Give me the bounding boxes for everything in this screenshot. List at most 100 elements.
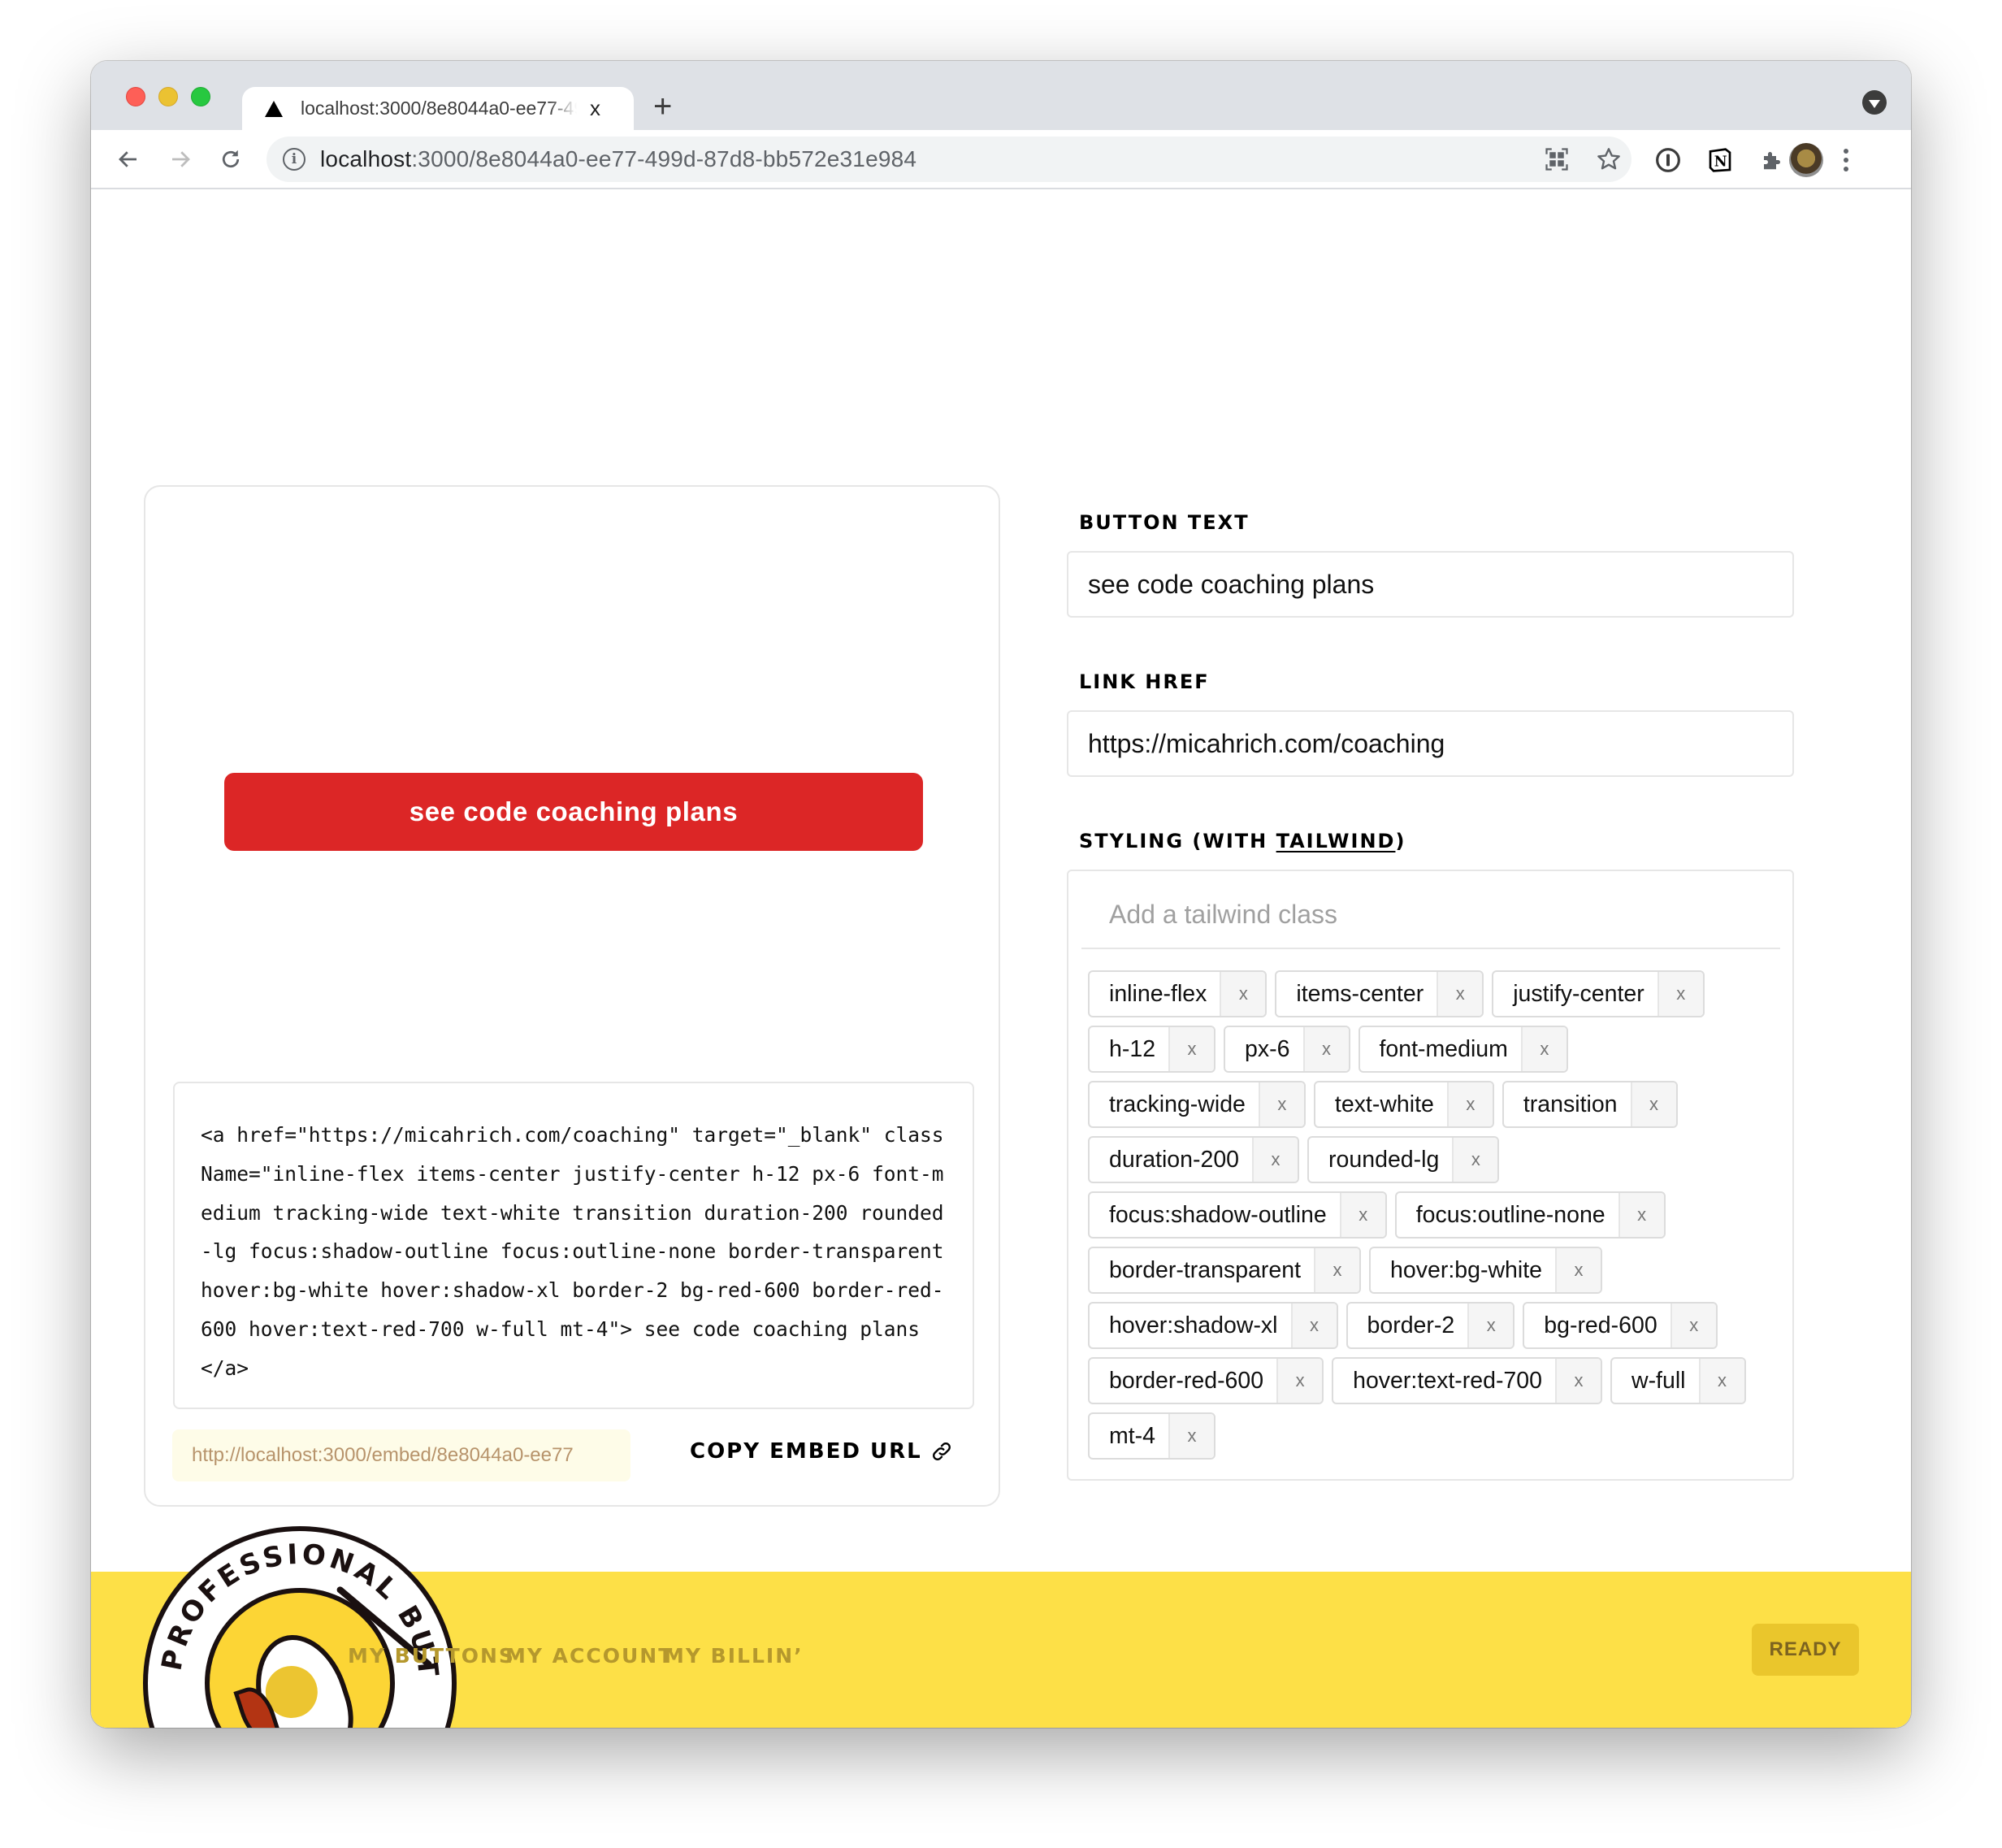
nav-my-billin[interactable]: MY BILLIN’ <box>664 1644 804 1668</box>
remove-tag-button[interactable]: x <box>1314 1248 1360 1292</box>
tag-label: items-center <box>1296 980 1424 1007</box>
tag-chip: hover:text-red-700 x <box>1332 1357 1602 1404</box>
maximize-window-button[interactable] <box>191 87 210 106</box>
tag-label: focus:outline-none <box>1415 1201 1606 1228</box>
button-text-label: BUTTON TEXT <box>1079 511 1250 534</box>
link-href-label: LINK HREF <box>1079 670 1210 693</box>
remove-tag-button[interactable]: x <box>1168 1414 1214 1458</box>
copy-embed-label: COPY EMBED URL <box>690 1439 922 1464</box>
tailwind-link[interactable]: TAILWIND <box>1276 830 1396 852</box>
notion-icon[interactable]: N <box>1706 146 1734 174</box>
tag-label: text-white <box>1334 1091 1434 1117</box>
remove-tag-button[interactable]: x <box>1276 1359 1323 1403</box>
tag-chip: transition x <box>1502 1081 1678 1128</box>
tag-chip: border-red-600 x <box>1088 1357 1324 1404</box>
vercel-triangle-icon <box>265 100 283 117</box>
qr-code-icon[interactable] <box>1544 146 1570 172</box>
tag-label: hover:text-red-700 <box>1353 1367 1542 1394</box>
tag-label: focus:shadow-outline <box>1109 1201 1327 1228</box>
close-window-button[interactable] <box>126 87 145 106</box>
browser-tab[interactable]: localhost:3000/8e8044a0-ee77-499d-87d8-b… <box>242 87 634 130</box>
remove-tag-button[interactable]: x <box>1554 1248 1601 1292</box>
tag-label: transition <box>1523 1091 1618 1117</box>
link-href-input[interactable]: https://micahrich.com/coaching <box>1067 710 1794 777</box>
tag-list: inline-flex x items-center x justify-center x… <box>1088 970 1787 1460</box>
tag-label: hover:bg-white <box>1390 1256 1542 1283</box>
code-snippet[interactable]: <a href="https://micahrich.com/coaching"… <box>173 1082 974 1409</box>
styling-label: STYLING (WITH TAILWIND) <box>1079 830 1406 852</box>
remove-tag-button[interactable]: x <box>1220 972 1266 1016</box>
remove-tag-button[interactable]: x <box>1290 1304 1337 1347</box>
remove-tag-button[interactable]: x <box>1436 972 1483 1016</box>
remove-tag-button[interactable]: x <box>1698 1359 1744 1403</box>
tag-chip: inline-flex x <box>1088 970 1268 1017</box>
bookmark-star-icon[interactable] <box>1596 146 1622 172</box>
site-info-icon[interactable]: i <box>283 148 306 171</box>
nav-my-buttons[interactable]: MY BUTTONS <box>348 1644 515 1668</box>
professional-buttons-logo[interactable]: PROFESSIONAL BUTTONS <box>143 1526 457 1728</box>
remove-tag-button[interactable]: x <box>1554 1359 1601 1403</box>
remove-tag-button[interactable]: x <box>1252 1138 1298 1182</box>
tag-chip: focus:outline-none x <box>1394 1191 1666 1239</box>
tag-chip: mt-4 x <box>1088 1412 1216 1460</box>
tab-search-icon[interactable] <box>1862 90 1887 115</box>
remove-tag-button[interactable]: x <box>1630 1082 1676 1126</box>
preview-button[interactable]: see code coaching plans <box>224 773 923 851</box>
nav-my-account[interactable]: MY ACCOUNT <box>505 1644 674 1668</box>
tag-chip: items-center x <box>1275 970 1484 1017</box>
remove-tag-button[interactable]: x <box>1302 1027 1349 1071</box>
remove-tag-button[interactable]: x <box>1168 1027 1215 1071</box>
tag-chip: hover:bg-white x <box>1369 1247 1602 1294</box>
tag-chip: rounded-lg x <box>1307 1136 1500 1183</box>
embed-url-field[interactable]: http://localhost:3000/embed/8e8044a0-ee7… <box>172 1429 630 1481</box>
tailwind-class-input[interactable]: Add a tailwind class <box>1081 881 1780 949</box>
remove-tag-button[interactable]: x <box>1467 1304 1514 1347</box>
tag-chip: font-medium x <box>1358 1026 1568 1073</box>
address-bar[interactable]: i localhost:3000/8e8044a0-ee77-499d-87d8… <box>266 137 1632 182</box>
tag-chip: border-2 x <box>1346 1302 1515 1349</box>
tag-label: mt-4 <box>1109 1422 1155 1449</box>
remove-tag-button[interactable]: x <box>1452 1138 1498 1182</box>
button-text-input[interactable]: see code coaching plans <box>1067 551 1794 618</box>
back-arrow-icon[interactable] <box>112 143 145 176</box>
browser-toolbar: i localhost:3000/8e8044a0-ee77-499d-87d8… <box>91 130 1911 189</box>
tab-title: localhost:3000/8e8044a0-ee77-499d-87d8-b… <box>301 98 577 119</box>
reload-icon[interactable] <box>214 143 247 176</box>
extensions-puzzle-icon[interactable] <box>1758 146 1786 174</box>
tag-label: px-6 <box>1245 1035 1290 1062</box>
remove-tag-button[interactable]: x <box>1520 1027 1566 1071</box>
profile-avatar[interactable] <box>1789 143 1823 177</box>
new-tab-button[interactable]: + <box>653 90 672 123</box>
tag-label: rounded-lg <box>1328 1146 1440 1173</box>
svg-text:N: N <box>1714 154 1727 170</box>
tag-chip: focus:shadow-outline x <box>1088 1191 1387 1239</box>
remove-tag-button[interactable]: x <box>1618 1193 1664 1237</box>
tag-chip: tracking-wide x <box>1088 1081 1306 1128</box>
tag-label: hover:shadow-xl <box>1109 1312 1278 1338</box>
1password-icon[interactable] <box>1654 146 1682 174</box>
remove-tag-button[interactable]: x <box>1657 972 1703 1016</box>
preview-card: see code coaching plans <a href="https:/… <box>144 485 1000 1507</box>
tag-label: border-2 <box>1367 1312 1455 1338</box>
forward-arrow-icon[interactable] <box>164 143 197 176</box>
tab-close-icon[interactable]: x <box>590 96 600 121</box>
code-text: <a href="https://micahrich.com/coaching"… <box>201 1123 956 1380</box>
tag-chip: justify-center x <box>1492 970 1705 1017</box>
kebab-menu-icon[interactable] <box>1838 146 1854 174</box>
remove-tag-button[interactable]: x <box>1670 1304 1716 1347</box>
tag-chip: w-full x <box>1610 1357 1746 1404</box>
remove-tag-button[interactable]: x <box>1339 1193 1385 1237</box>
tag-label: justify-center <box>1513 980 1644 1007</box>
tag-label: border-transparent <box>1109 1256 1302 1283</box>
url-text[interactable]: localhost:3000/8e8044a0-ee77-499d-87d8-b… <box>320 146 916 172</box>
tag-label: duration-200 <box>1109 1146 1240 1173</box>
remove-tag-button[interactable]: x <box>1446 1082 1493 1126</box>
tag-label: tracking-wide <box>1109 1091 1246 1117</box>
tag-label: font-medium <box>1379 1035 1508 1062</box>
remove-tag-button[interactable]: x <box>1258 1082 1304 1126</box>
tag-label: border-red-600 <box>1109 1367 1264 1394</box>
minimize-window-button[interactable] <box>158 87 178 106</box>
tag-label: bg-red-600 <box>1544 1312 1658 1338</box>
copy-embed-url-button[interactable]: COPY EMBED URL <box>690 1439 953 1464</box>
status-badge: READY <box>1752 1624 1859 1676</box>
